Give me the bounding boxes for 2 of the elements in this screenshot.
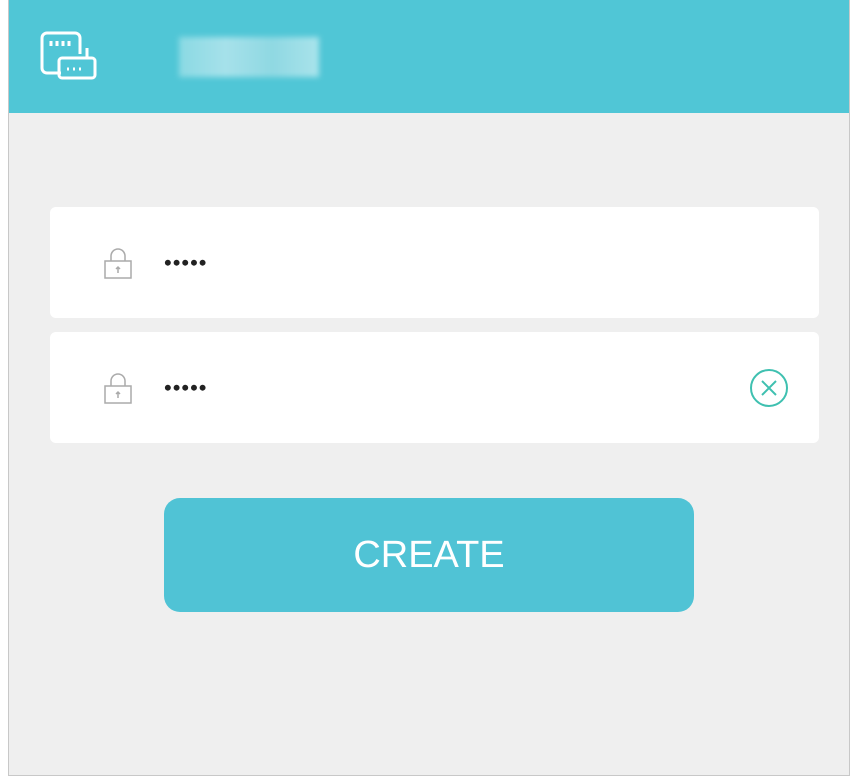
- router-icon: [39, 30, 99, 82]
- clear-icon[interactable]: [749, 368, 789, 408]
